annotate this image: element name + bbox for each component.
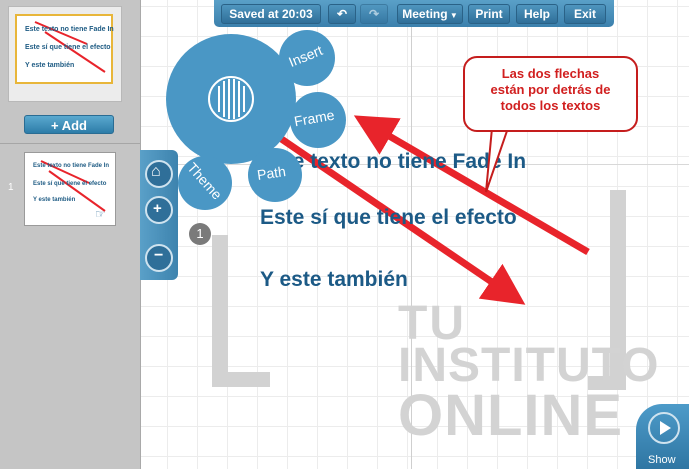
redo-icon: ↷ bbox=[368, 7, 380, 21]
zoom-out-button[interactable]: − bbox=[145, 244, 173, 272]
callout-pointer bbox=[485, 128, 510, 193]
play-icon bbox=[648, 412, 680, 444]
home-button[interactable]: ⌂ bbox=[145, 160, 173, 188]
play-triangle-icon bbox=[660, 421, 671, 435]
top-toolbar: Saved at 20:03 ↶ ↷ Meeting ▼ Print Help … bbox=[214, 0, 614, 27]
print-button[interactable]: Print bbox=[468, 4, 510, 24]
help-button[interactable]: Help bbox=[516, 4, 558, 24]
show-button[interactable]: Show bbox=[636, 404, 689, 469]
frame-bubble[interactable]: Frame bbox=[290, 92, 346, 148]
home-icon: ⌂ bbox=[151, 163, 161, 180]
theme-label: Theme bbox=[184, 159, 226, 203]
path-bubble[interactable]: Path bbox=[248, 148, 302, 202]
insert-bubble[interactable]: Insert bbox=[279, 30, 335, 86]
insert-label: Insert bbox=[286, 42, 325, 70]
zebra-icon bbox=[208, 76, 254, 122]
chevron-down-icon: ▼ bbox=[447, 11, 458, 20]
saved-status: Saved at 20:03 bbox=[221, 4, 321, 24]
undo-button[interactable]: ↶ bbox=[328, 4, 356, 24]
frame-label: Frame bbox=[292, 106, 336, 130]
undo-icon: ↶ bbox=[336, 7, 348, 21]
zoom-in-icon: + bbox=[153, 200, 162, 217]
zoom-out-icon: − bbox=[154, 247, 164, 264]
callout-line-1: Las dos flechas bbox=[501, 66, 600, 81]
callout-line-2: están por detrás de bbox=[490, 82, 611, 97]
view-tools: ⌂ + − bbox=[140, 150, 178, 280]
theme-bubble[interactable]: Theme bbox=[178, 156, 232, 210]
redo-button[interactable]: ↷ bbox=[360, 4, 388, 24]
show-label: Show bbox=[648, 454, 676, 466]
meeting-label: Meeting bbox=[402, 7, 448, 21]
annotation-callout: Las dos flechas están por detrás de todo… bbox=[463, 56, 638, 132]
path-step-badge[interactable]: 1 bbox=[189, 223, 211, 245]
path-label: Path bbox=[256, 163, 287, 183]
zebra-transform-tool[interactable] bbox=[166, 34, 296, 164]
exit-button[interactable]: Exit bbox=[564, 4, 606, 24]
text-line-3[interactable]: Y este también bbox=[260, 268, 408, 292]
meeting-dropdown[interactable]: Meeting ▼ bbox=[397, 4, 463, 24]
callout-line-3: todos los textos bbox=[500, 98, 601, 113]
zoom-in-button[interactable]: + bbox=[145, 196, 173, 224]
text-line-2[interactable]: Este sí que tiene el efecto bbox=[260, 206, 517, 230]
